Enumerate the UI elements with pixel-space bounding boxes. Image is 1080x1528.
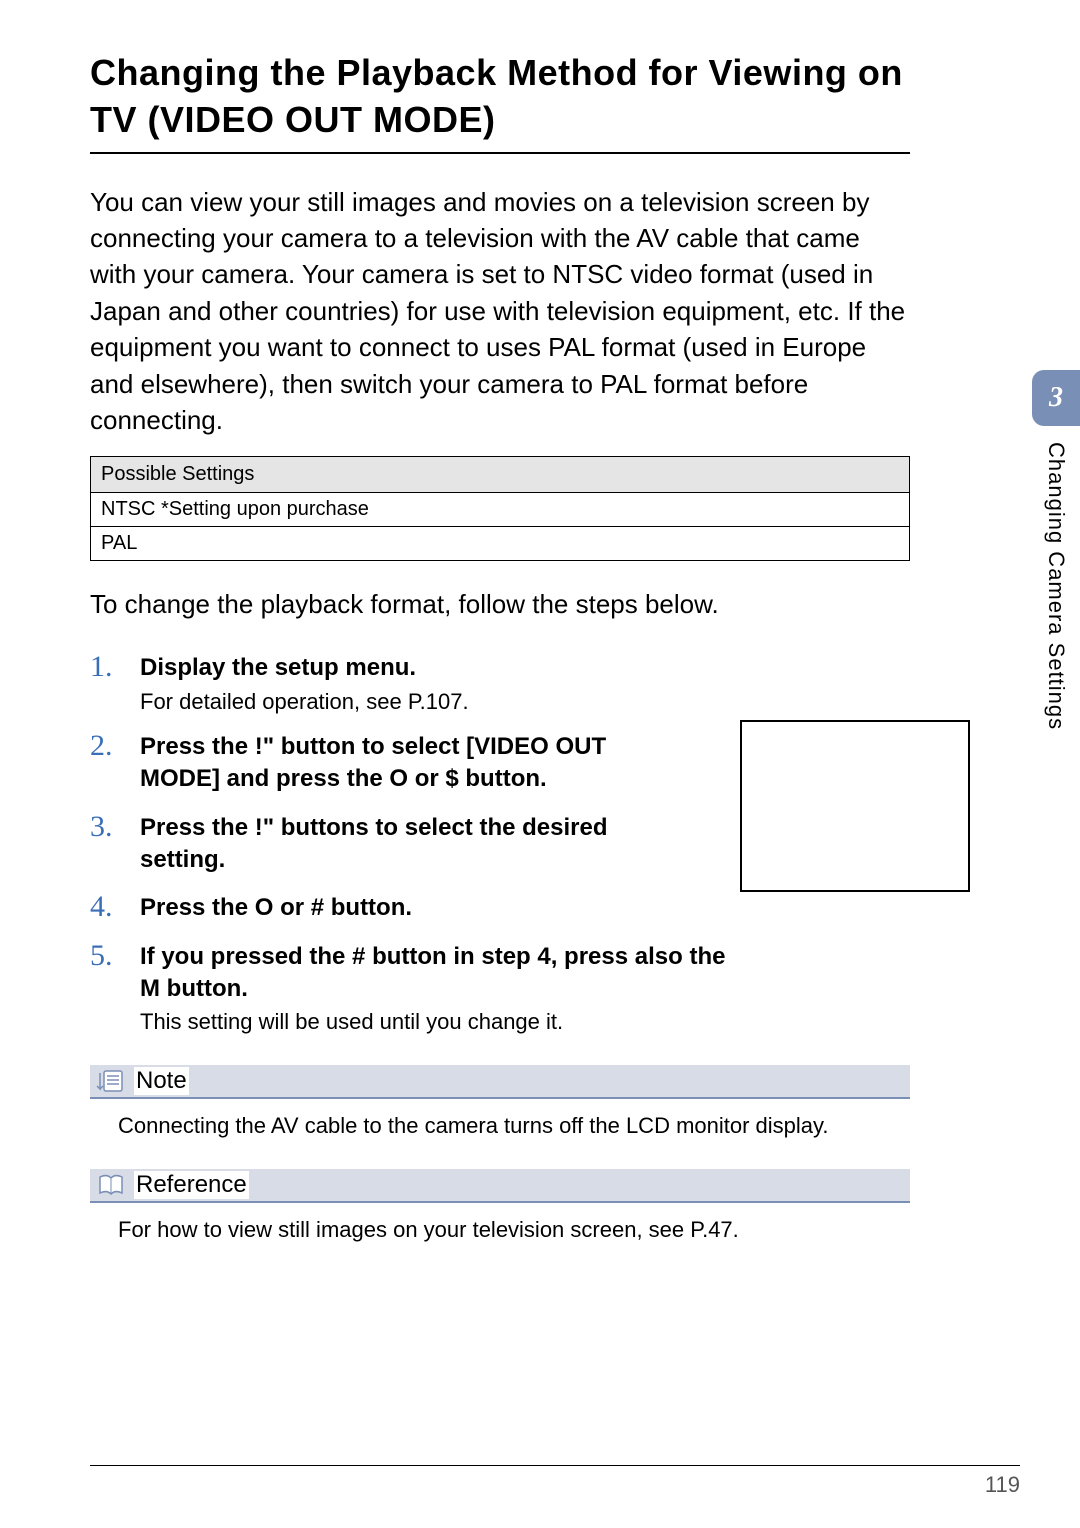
illustration-placeholder bbox=[740, 720, 970, 892]
page-number: 119 bbox=[985, 1472, 1020, 1498]
step-sub-text: For detailed operation, see P.107. bbox=[140, 689, 910, 715]
reference-icon bbox=[94, 1172, 128, 1198]
step-5: 5. If you pressed the # button in step 4… bbox=[90, 941, 910, 1036]
side-tab: 3 Changing Camera Settings bbox=[1032, 370, 1080, 730]
step-sub-text: This setting will be used until you chan… bbox=[140, 1009, 910, 1035]
reference-label: Reference bbox=[134, 1171, 249, 1199]
step-number: 5. bbox=[90, 939, 113, 973]
reference-header: Reference bbox=[90, 1169, 910, 1203]
step-main-text: If you pressed the # button in step 4, p… bbox=[140, 941, 740, 1006]
step-1: 1. Display the setup menu. For detailed … bbox=[90, 652, 910, 714]
step-number: 2. bbox=[90, 729, 113, 763]
note-section: Note Connecting the AV cable to the came… bbox=[90, 1065, 910, 1139]
page-title: Changing the Playback Method for Viewing… bbox=[90, 50, 910, 144]
step-main-text: Press the O or # button. bbox=[140, 892, 910, 924]
settings-table: Possible Settings NTSC *Setting upon pur… bbox=[90, 456, 910, 561]
note-icon bbox=[94, 1068, 128, 1094]
intro-paragraph: You can view your still images and movie… bbox=[90, 184, 910, 439]
reference-section: Reference For how to view still images o… bbox=[90, 1169, 910, 1243]
footer: 119 bbox=[90, 1465, 1020, 1498]
settings-row-pal: PAL bbox=[91, 527, 909, 560]
instruction-lead: To change the playback format, follow th… bbox=[90, 589, 910, 620]
settings-row-ntsc: NTSC *Setting upon purchase bbox=[91, 493, 909, 527]
chapter-number-tab: 3 bbox=[1032, 370, 1080, 426]
step-number: 1. bbox=[90, 650, 113, 684]
step-main-text: Press the !" button to select [VIDEO OUT… bbox=[140, 731, 660, 796]
title-underline bbox=[90, 152, 910, 154]
note-header: Note bbox=[90, 1065, 910, 1099]
step-number: 4. bbox=[90, 890, 113, 924]
step-number: 3. bbox=[90, 810, 113, 844]
step-main-text: Display the setup menu. bbox=[140, 652, 910, 684]
chapter-label: Changing Camera Settings bbox=[1043, 442, 1069, 730]
settings-table-header: Possible Settings bbox=[91, 457, 909, 493]
note-label: Note bbox=[134, 1067, 189, 1095]
note-body: Connecting the AV cable to the camera tu… bbox=[90, 1099, 910, 1139]
step-4: 4. Press the O or # button. bbox=[90, 892, 910, 924]
reference-body: For how to view still images on your tel… bbox=[90, 1203, 910, 1243]
step-main-text: Press the !" buttons to select the desir… bbox=[140, 812, 660, 877]
